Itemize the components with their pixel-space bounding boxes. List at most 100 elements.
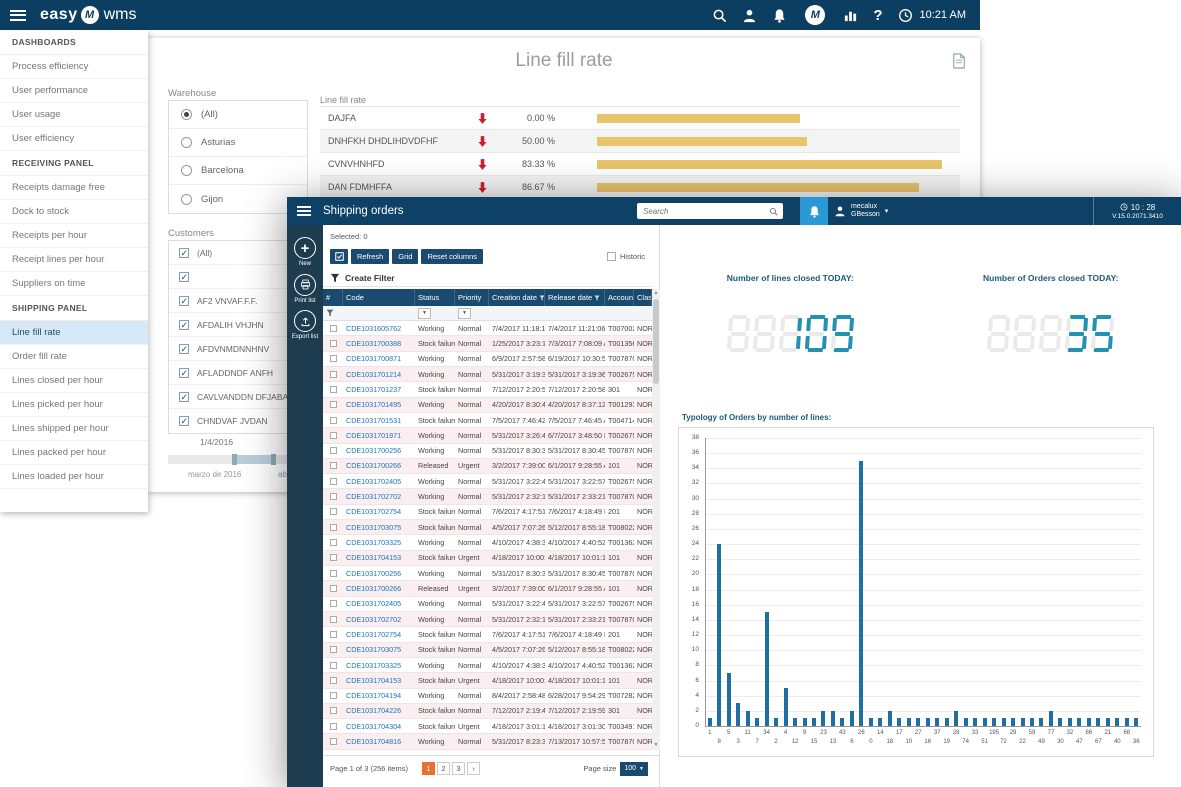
page-button[interactable]: 2 [437,762,450,775]
checkbox-icon[interactable] [179,272,189,282]
row-checkbox[interactable] [330,723,337,730]
filter-dropdown[interactable]: ▼ [418,308,431,319]
order-code-link[interactable]: CDE1031703325 [343,538,415,547]
column-header-code[interactable]: Code [343,289,415,306]
row-checkbox[interactable] [330,585,337,592]
search-box[interactable] [637,203,783,219]
slider-handle-right[interactable] [271,454,276,465]
column-header-status[interactable]: Status [415,289,455,306]
order-code-link[interactable]: CDE1031701971 [343,431,415,440]
sidebar-item-lines-closed-per-hour[interactable]: Lines closed per hour [0,369,148,393]
column-header-creation-date[interactable]: Creation date [489,289,545,306]
page-button[interactable]: 3 [452,762,465,775]
order-row[interactable]: CDE1031703075Stock failureNormal4/5/2017… [323,520,652,535]
order-row[interactable]: CDE1031702702WorkingNormal5/31/2017 2:32… [323,612,652,627]
filter-cell[interactable]: ▼ [415,306,455,320]
sidebar-item-receipts-damage-free[interactable]: Receipts damage free [0,176,148,200]
order-row[interactable]: CDE1031701214WorkingNormal5/31/2017 3:19… [323,367,652,382]
next-page-button[interactable]: › [467,762,480,775]
row-checkbox[interactable] [330,692,337,699]
sidebar-item-user-efficiency[interactable]: User efficiency [0,127,148,151]
order-row[interactable]: CDE1031701495WorkingNormal4/20/2017 8:30… [323,398,652,413]
help-icon[interactable]: ? [873,7,882,24]
filter-cell[interactable] [343,306,415,320]
sidebar-item-lines-picked-per-hour[interactable]: Lines picked per hour [0,393,148,417]
scroll-up-icon[interactable]: ▲ [652,289,660,298]
row-checkbox[interactable] [330,631,337,638]
dashboards-icon[interactable] [843,8,858,23]
row-checkbox[interactable] [330,417,337,424]
mecalux-badge-icon[interactable]: M [805,5,825,25]
order-code-link[interactable]: CDE1031703075 [343,523,415,532]
row-checkbox[interactable] [330,554,337,561]
grid-button[interactable]: Grid [392,249,418,264]
order-row[interactable]: CDE1031605762WorkingNormal7/4/2017 11:18… [323,321,652,336]
order-row[interactable]: CDE1031703325WorkingNormal4/10/2017 4:38… [323,535,652,550]
row-checkbox[interactable] [330,462,337,469]
warehouse-option[interactable]: Asturias [169,129,307,157]
scroll-thumb[interactable] [653,299,659,384]
order-row[interactable]: CDE1031702702WorkingNormal5/31/2017 2:32… [323,489,652,504]
window-menu-icon[interactable] [297,206,311,216]
order-row[interactable]: CDE1031703075Stock failureNormal4/5/2017… [323,643,652,658]
order-code-link[interactable]: CDE1031704153 [343,676,415,685]
filter-cell[interactable] [634,306,652,320]
order-row[interactable]: CDE1031701531Stock failureNormal7/5/2017… [323,413,652,428]
order-code-link[interactable]: CDE1031704226 [343,706,415,715]
reset-columns-button[interactable]: Reset columns [421,249,483,264]
filter-dropdown[interactable]: ▼ [458,308,471,319]
order-row[interactable]: CDE1031701971WorkingNormal5/31/2017 3:26… [323,428,652,443]
order-code-link[interactable]: CDE1031700388 [343,339,415,348]
filter-funnel-icon[interactable] [326,309,334,317]
export-list-button[interactable] [294,310,316,332]
search-input[interactable] [637,207,769,216]
sidebar-item-order-fill-rate[interactable]: Order fill rate [0,345,148,369]
row-checkbox[interactable] [330,432,337,439]
print-list-button[interactable] [294,274,316,296]
alerts-button[interactable] [800,197,828,225]
row-checkbox[interactable] [330,508,337,515]
order-code-link[interactable]: CDE1031701495 [343,400,415,409]
slider-handle-left[interactable] [232,454,237,465]
search-icon[interactable] [712,8,727,23]
order-code-link[interactable]: CDE1031701214 [343,370,415,379]
menu-icon[interactable] [10,10,26,21]
row-checkbox[interactable] [330,677,337,684]
order-code-link[interactable]: CDE1031703325 [343,661,415,670]
order-row[interactable]: CDE1031702405WorkingNormal5/31/2017 3:22… [323,597,652,612]
radio-icon[interactable] [181,194,192,205]
sort-filter-icon[interactable] [594,295,600,301]
warehouse-option[interactable]: (All) [169,101,307,129]
row-checkbox[interactable] [330,570,337,577]
sidebar-item-lines-loaded-per-hour[interactable]: Lines loaded per hour [0,465,148,489]
page-button[interactable]: 1 [422,762,435,775]
row-checkbox[interactable] [330,600,337,607]
sidebar-item-lines-shipped-per-hour[interactable]: Lines shipped per hour [0,417,148,441]
order-row[interactable]: CDE1031700266ReleasedUrgent3/2/2017 7:39… [323,581,652,596]
checkbox-icon[interactable] [179,416,189,426]
order-code-link[interactable]: CDE1031701237 [343,385,415,394]
order-code-link[interactable]: CDE1031701531 [343,416,415,425]
order-code-link[interactable]: CDE1031702405 [343,477,415,486]
order-code-link[interactable]: CDE1031700266 [343,584,415,593]
checkbox-icon[interactable] [179,296,189,306]
order-row[interactable]: CDE1031700256WorkingNormal5/31/2017 8:30… [323,444,652,459]
order-row[interactable]: CDE1031702405WorkingNormal5/31/2017 3:22… [323,474,652,489]
order-code-link[interactable]: CDE1031704194 [343,691,415,700]
row-checkbox[interactable] [330,524,337,531]
row-checkbox[interactable] [330,539,337,546]
row-checkbox[interactable] [330,478,337,485]
row-checkbox[interactable] [330,662,337,669]
user-icon[interactable] [742,8,757,23]
refresh-button[interactable]: Refresh [351,249,389,264]
sidebar-item-receipt-lines-per-hour[interactable]: Receipt lines per hour [0,248,148,272]
create-filter-button[interactable]: Create Filter [323,270,652,287]
order-code-link[interactable]: CDE1031702702 [343,492,415,501]
select-button[interactable] [330,249,348,264]
order-row[interactable]: CDE1031702754Stock failureNormal7/6/2017… [323,505,652,520]
checkbox-icon[interactable] [179,344,189,354]
order-code-link[interactable]: CDE1031700871 [343,354,415,363]
order-code-link[interactable]: CDE1031700256 [343,569,415,578]
sidebar-item-process-efficiency[interactable]: Process efficiency [0,55,148,79]
filter-cell[interactable] [489,306,545,320]
